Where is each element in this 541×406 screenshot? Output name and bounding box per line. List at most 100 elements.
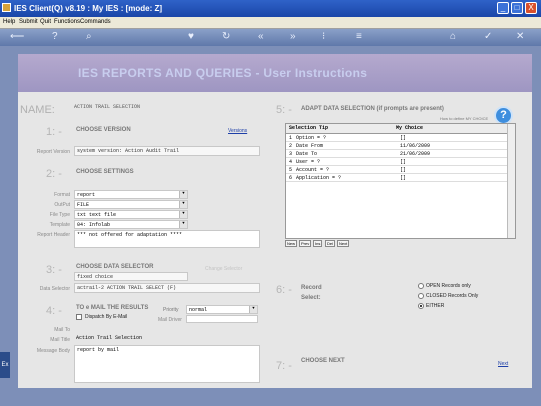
app-icon xyxy=(2,3,11,12)
output-select[interactable]: FILE ▼ xyxy=(74,200,188,209)
table-row[interactable]: 4 User = ? [] xyxy=(286,158,515,166)
row-tip: Date From xyxy=(296,143,324,149)
report-header-field[interactable]: *** not offered for adaptation **** xyxy=(74,230,260,248)
template-select[interactable]: 04: Infolab ▼ xyxy=(74,220,188,229)
insert-button[interactable]: Ins xyxy=(313,240,323,247)
row-number: 1 xyxy=(289,135,293,141)
menu-help[interactable]: Help xyxy=(3,19,15,25)
change-selector-link[interactable]: Change Selector xyxy=(205,266,242,272)
forward-icon[interactable]: » xyxy=(290,31,296,42)
title-bar: IES Client(Q) v8.19 : My IES : [mode: Z]… xyxy=(0,0,541,17)
data-selector-field[interactable]: actrail-2 ACTION TRAIL SELECT (F) xyxy=(74,283,260,293)
section-3-title: CHOOSE DATA SELECTOR xyxy=(76,264,154,270)
section-5-number: 5: - xyxy=(276,104,292,116)
section-2-number: 2: - xyxy=(46,168,62,180)
format-value: report xyxy=(77,192,96,198)
back-arrow-icon[interactable]: ⟵ xyxy=(10,31,24,42)
table-row[interactable]: 2 Date From 11/06/2009 xyxy=(286,142,515,150)
how-to-define-link[interactable]: How to define MY CHOICE xyxy=(440,116,488,121)
mail-driver-field[interactable] xyxy=(186,315,258,323)
format-label: Format xyxy=(54,192,70,198)
open-records-label: OPEN Records only xyxy=(426,283,471,289)
delete-button[interactable]: Del xyxy=(325,240,336,247)
report-header-label: Report Header xyxy=(37,232,70,238)
file-type-select[interactable]: txt text file ▼ xyxy=(74,210,188,219)
section-1-number: 1: - xyxy=(46,126,62,138)
section-1-title: CHOOSE VERSION xyxy=(76,127,131,133)
home-icon[interactable]: ⌂ xyxy=(450,31,456,42)
table-row[interactable]: 3 Date To 21/06/2009 xyxy=(286,150,515,158)
table-row[interactable]: 1 Option = ? [] xyxy=(286,134,515,142)
row-choice[interactable]: [] xyxy=(400,167,406,173)
row-number: 4 xyxy=(289,159,293,165)
menu-functions[interactable]: Functions xyxy=(54,19,80,25)
help-icon[interactable]: ? xyxy=(52,31,58,42)
close-icon[interactable]: ✕ xyxy=(516,31,524,42)
heart-icon[interactable]: ♥ xyxy=(188,31,194,42)
section-6-number: 6: - xyxy=(276,284,292,296)
either-radio[interactable] xyxy=(418,303,424,309)
row-tip: Option = ? xyxy=(296,135,327,141)
row-number: 5 xyxy=(289,167,293,173)
dispatch-email-checkbox[interactable] xyxy=(76,314,82,320)
output-value: FILE xyxy=(77,202,90,208)
chevron-down-icon: ▼ xyxy=(179,221,187,228)
row-number: 6 xyxy=(289,175,293,181)
row-choice[interactable]: [] xyxy=(400,175,406,181)
priority-label: Priority xyxy=(163,307,179,313)
next-row-button[interactable]: Next xyxy=(337,240,350,247)
menu-icon[interactable]: ≡ xyxy=(356,31,362,42)
refresh-icon[interactable]: ↻ xyxy=(222,31,230,42)
close-button[interactable]: X xyxy=(525,2,537,14)
row-tip: Date To xyxy=(296,151,318,157)
row-tip: Application = ? xyxy=(296,175,342,181)
search-icon[interactable]: ⌕ xyxy=(86,31,92,42)
section-6-title-record: Record xyxy=(301,285,322,291)
table-row[interactable]: 6 Application = ? [] xyxy=(286,174,515,182)
next-link[interactable]: Next xyxy=(498,361,508,367)
row-number: 3 xyxy=(289,151,293,157)
open-records-radio[interactable] xyxy=(418,283,424,289)
closed-records-radio[interactable] xyxy=(418,293,424,299)
section-6-title-select: Select: xyxy=(301,295,321,301)
file-type-label: File Type xyxy=(49,212,70,218)
new-button[interactable]: New xyxy=(285,240,298,247)
section-3-number: 3: - xyxy=(46,264,62,276)
section-7-title: CHOOSE NEXT xyxy=(301,358,345,364)
maximize-button[interactable]: □ xyxy=(511,2,523,14)
mail-title-field[interactable]: Action Trail Selection xyxy=(74,334,260,343)
message-body-field[interactable]: report by mail xyxy=(74,345,260,383)
versions-link[interactable]: Versions xyxy=(228,128,247,134)
chevron-down-icon: ▼ xyxy=(179,201,187,208)
priority-select[interactable]: normal ▼ xyxy=(186,305,258,314)
grid-header: Selection Tip My Choice xyxy=(286,124,515,134)
message-body-label: Message Body xyxy=(36,348,70,354)
table-row[interactable]: 5 Account = ? [] xyxy=(286,166,515,174)
either-label: EITHER xyxy=(426,303,445,309)
dispatch-email-label: Dispatch By E-Mail xyxy=(85,314,128,320)
section-7-number: 7: - xyxy=(276,360,292,372)
template-label: Template xyxy=(49,222,70,228)
chevron-down-icon: ▼ xyxy=(179,191,187,198)
grid-icon[interactable]: ⁝ xyxy=(322,31,325,42)
menu-commands[interactable]: Commands xyxy=(80,19,111,25)
row-choice[interactable]: [] xyxy=(400,159,406,165)
prev-button[interactable]: Prev xyxy=(299,240,312,247)
minimize-button[interactable]: _ xyxy=(497,2,509,14)
row-choice[interactable]: [] xyxy=(400,135,406,141)
report-name-field[interactable]: ACTION TRAIL SELECTION xyxy=(72,103,260,113)
menu-quit[interactable]: Quit xyxy=(40,19,51,25)
grid-scrollbar[interactable] xyxy=(507,124,515,238)
format-select[interactable]: report ▼ xyxy=(74,190,188,199)
check-icon[interactable]: ✓ xyxy=(484,31,492,42)
grid-nav-bar: New Prev Ins Del Next xyxy=(285,240,365,248)
report-version-field[interactable]: system version: Action Audit Trail xyxy=(74,146,260,156)
rewind-icon[interactable]: « xyxy=(258,31,264,42)
row-choice[interactable]: 21/06/2009 xyxy=(400,151,430,157)
chevron-down-icon: ▼ xyxy=(249,306,257,313)
col-selection-tip: Selection Tip xyxy=(289,125,329,131)
selection-grid: Selection Tip My Choice 1 Option = ? [] … xyxy=(285,123,516,239)
menu-submit[interactable]: Submit xyxy=(19,19,38,25)
side-tab[interactable]: Ex xyxy=(0,352,10,378)
row-choice[interactable]: 11/06/2009 xyxy=(400,143,430,149)
